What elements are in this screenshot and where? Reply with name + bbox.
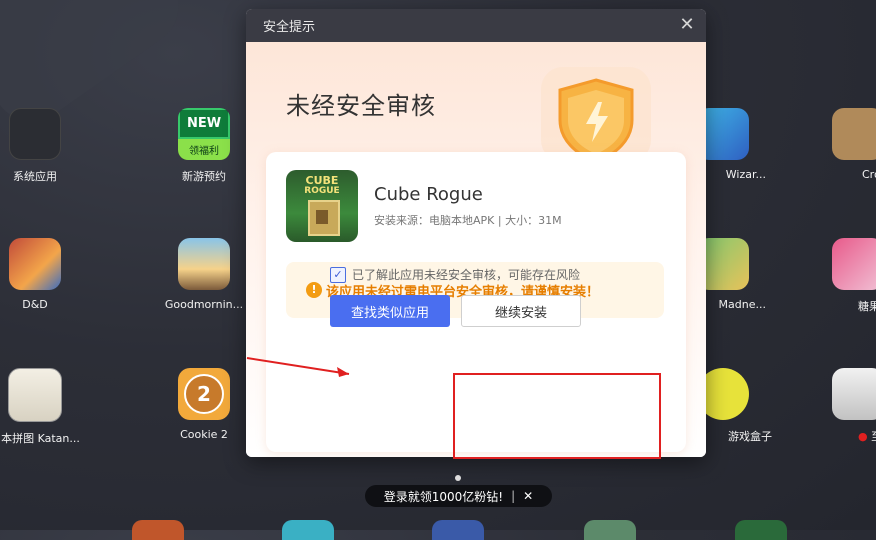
app-goodmorning[interactable]: Goodmornin... [149,238,259,311]
app-cro[interactable]: Cro [828,108,876,181]
app-meta: 安装来源：电脑本地APK | 大小：31M [374,214,562,227]
icon-text-bottom: ROGUE [304,186,340,196]
app-label: ● 至 [858,430,876,443]
dock-app-icon[interactable] [432,520,484,540]
find-similar-button[interactable]: 查找类似应用 [330,295,450,327]
toast-text: 登录就领1000亿粉钻! [383,489,504,504]
dock-app-icon[interactable] [735,520,787,540]
app-label: 新游预约 [182,170,226,183]
app-candy[interactable]: 糖果 [828,238,876,314]
system-apps-icon [9,108,61,160]
app-katana[interactable]: 日本拼图 Katan... [0,368,90,446]
app-label: Cro [862,168,876,181]
new-badge: NEW [178,108,230,139]
katana-icon [8,368,62,422]
dialog-title: 安全提示 [263,20,316,35]
dnd-icon [9,238,61,290]
continue-install-button[interactable]: 继续安装 [461,295,581,327]
acknowledge-label: 已了解此应用未经安全审核，可能存在风险 [352,268,581,282]
cro-icon [832,108,876,160]
app-right-bottom[interactable]: ● 至 [828,368,876,444]
acknowledge-row[interactable]: ✓ 已了解此应用未经安全审核，可能存在风险 [330,266,580,283]
cookie-icon: 2 [178,368,230,420]
dialog-titlebar: 安全提示 ✕ [246,9,706,42]
app-label: Cookie 2 [180,428,228,441]
app-system-apps[interactable]: 系统应用 [0,108,90,184]
dock-app-icon[interactable] [132,520,184,540]
goodmorning-icon [178,238,230,290]
app-name: Cube Rogue [374,184,483,205]
app-label: D&D [22,298,48,311]
new-games-icon: NEW 领福利 [178,108,230,160]
warning-heading: 未经安全审核 [286,92,436,120]
close-icon[interactable]: ✕ [523,489,533,503]
app-label: 系统应用 [13,170,57,183]
cube-rogue-icon: CUBE ROGUE [286,170,358,242]
dock-app-icon[interactable] [282,520,334,540]
app-label: Goodmornin... [164,298,244,311]
candy-icon [832,238,876,290]
welfare-badge: 领福利 [178,139,230,160]
app-icon [832,368,876,420]
login-promo-toast[interactable]: 登录就领1000亿粉钻! | ✕ [365,485,552,507]
close-icon[interactable]: ✕ [678,16,696,34]
page-indicator [455,475,461,481]
annotation-arrow [246,357,350,377]
annotation-rectangle [453,373,661,459]
app-label: 糖果 [858,300,876,313]
app-dnd[interactable]: D&D [0,238,90,311]
acknowledge-checkbox[interactable]: ✓ [330,266,346,283]
app-new-games[interactable]: NEW 领福利 新游预约 [149,108,259,184]
app-label: 日本拼图 Katan... [0,432,80,445]
toast-separator: | [511,489,516,503]
exclamation-icon: ! [306,282,322,298]
app-cookie2[interactable]: 2 Cookie 2 [149,368,259,441]
dock-app-icon[interactable] [584,520,636,540]
